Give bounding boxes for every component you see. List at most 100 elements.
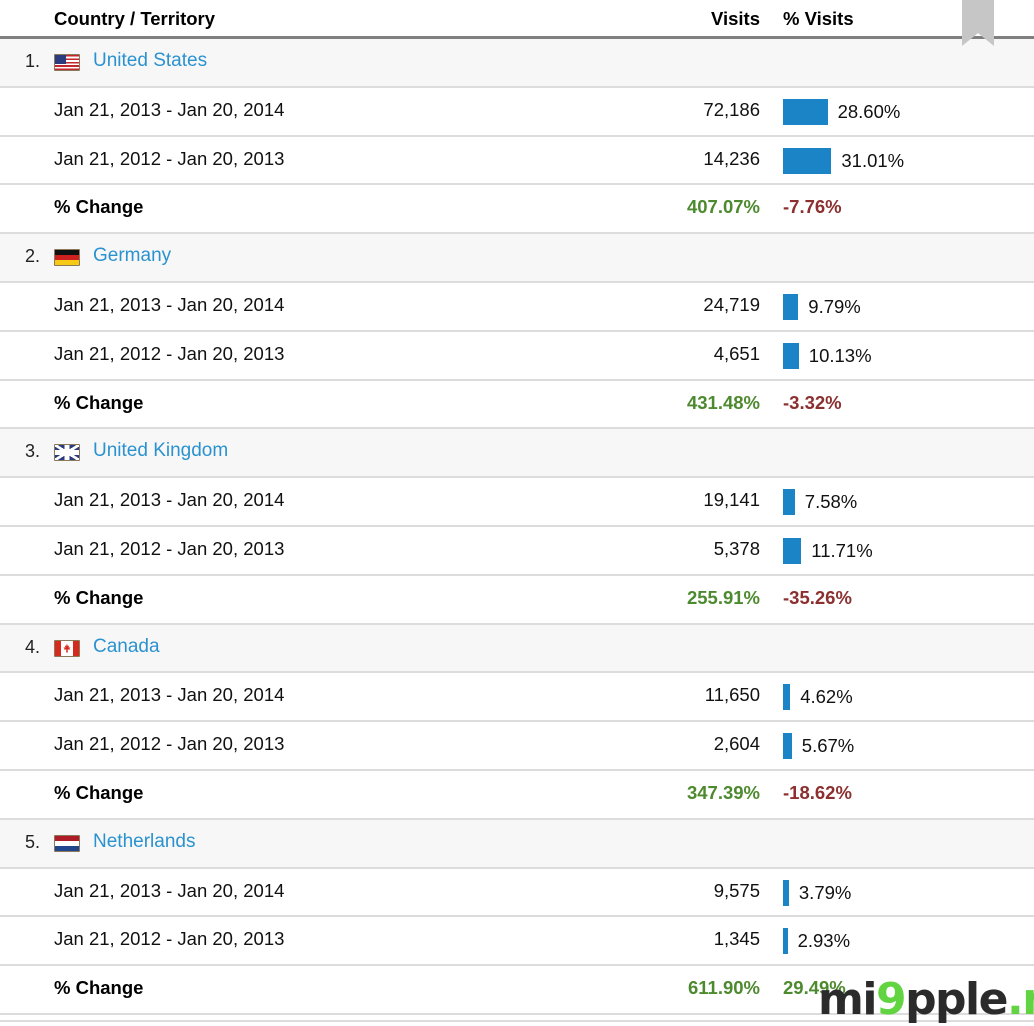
percent-bar <box>783 879 789 906</box>
visits-value: 11,650 <box>704 684 760 706</box>
date-range-label: Jan 21, 2013 - Jan 20, 2014 <box>54 98 285 120</box>
row-rank: 4. <box>24 636 40 657</box>
country-row[interactable]: 4. Canada <box>0 624 1034 674</box>
percent-label: 3.79% <box>798 881 852 903</box>
percent-change-label: % Change <box>54 196 144 218</box>
period-row: Jan 21, 2013 - Jan 20, 2014 9,575 3.79% <box>0 869 1034 918</box>
visits-change-value: 347.39% <box>686 781 760 803</box>
date-range-label: Jan 21, 2012 - Jan 20, 2013 <box>54 537 285 559</box>
table-body: 1. United States Jan 21, 2013 - Jan 20, 20… <box>0 39 1034 1015</box>
row-rank: 5. <box>24 831 40 852</box>
flag-nl-icon <box>54 834 80 852</box>
date-range-label: Jan 21, 2013 - Jan 20, 2014 <box>54 489 285 511</box>
percent-bar <box>783 342 799 369</box>
percent-change-value: -7.76% <box>783 196 842 218</box>
percent-label: 5.67% <box>801 735 855 757</box>
percent-label: 4.62% <box>800 686 853 708</box>
period-row: Jan 21, 2012 - Jan 20, 2013 14,236 31.01% <box>0 137 1034 186</box>
visits-value: 5,378 <box>713 537 760 559</box>
percent-label: 31.01% <box>841 149 905 171</box>
percent-bar <box>783 684 791 711</box>
watermark-part-1: mi <box>818 974 877 1025</box>
percent-change-value: -35.26% <box>783 586 852 608</box>
period-row: Jan 21, 2012 - Jan 20, 2013 1,345 2.93% <box>0 917 1034 967</box>
country-link[interactable]: United States <box>93 50 207 72</box>
row-rank: 3. <box>24 441 40 462</box>
percent-visits-cell: 4.62% <box>783 684 853 711</box>
visits-value: 14,236 <box>703 147 760 169</box>
percent-change-row: % Change 407.07% -7.76% <box>0 185 1034 235</box>
percent-change-row: % Change 255.91% -35.26% <box>0 576 1034 625</box>
visits-value: 9,575 <box>713 879 760 901</box>
percent-bar <box>783 147 832 174</box>
percent-label: 9.79% <box>808 295 861 317</box>
percent-bar <box>783 98 828 125</box>
date-range-label: Jan 21, 2012 - Jan 20, 2013 <box>54 147 285 169</box>
visits-value: 1,345 <box>713 928 760 950</box>
visits-change-value: 255.91% <box>686 586 760 608</box>
country-row[interactable]: 2. Germany <box>0 234 1034 283</box>
percent-change-value: -18.62% <box>783 781 852 803</box>
percent-bar <box>783 537 802 564</box>
watermark-part-4: .me <box>1006 974 1034 1025</box>
percent-change-row: % Change 431.48% -3.32% <box>0 381 1034 430</box>
country-link[interactable]: Germany <box>93 245 171 267</box>
percent-label: 2.93% <box>797 930 851 952</box>
percent-visits-cell: 5.67% <box>783 733 855 760</box>
percent-bar <box>783 928 788 955</box>
period-row: Jan 21, 2013 - Jan 20, 2014 24,719 9.79% <box>0 283 1034 332</box>
visits-change-value: 407.07% <box>686 196 760 218</box>
percent-label: 28.60% <box>837 100 901 122</box>
country-link[interactable]: Canada <box>93 636 160 658</box>
visits-value: 4,651 <box>713 342 760 364</box>
date-range-label: Jan 21, 2013 - Jan 20, 2014 <box>54 293 285 315</box>
percent-label: 11.71% <box>811 539 873 561</box>
column-header-country[interactable]: Country / Territory <box>54 8 215 30</box>
flag-us-icon <box>54 54 80 71</box>
visits-change-value: 611.90% <box>687 977 760 999</box>
percent-visits-cell: 3.79% <box>783 879 852 906</box>
period-row: Jan 21, 2012 - Jan 20, 2013 4,651 10.13% <box>0 332 1034 381</box>
percent-visits-cell: 7.58% <box>783 489 858 516</box>
date-range-label: Jan 21, 2012 - Jan 20, 2013 <box>54 733 285 755</box>
date-range-label: Jan 21, 2013 - Jan 20, 2014 <box>54 879 285 901</box>
date-range-label: Jan 21, 2013 - Jan 20, 2014 <box>54 684 285 706</box>
column-header-percent-visits[interactable]: % Visits <box>783 8 854 30</box>
flag-gb-icon <box>54 444 80 462</box>
visits-change-value: 431.48% <box>686 391 760 413</box>
column-header-visits[interactable]: Visits <box>594 8 760 30</box>
watermark-part-3: pple <box>905 974 1008 1025</box>
percent-visits-cell: 2.93% <box>783 928 851 955</box>
site-watermark: mi9pple.me <box>818 978 1034 1022</box>
percent-bar <box>783 733 792 760</box>
period-row: Jan 21, 2012 - Jan 20, 2013 2,604 5.67% <box>0 722 1034 771</box>
visits-value: 72,186 <box>703 98 760 120</box>
percent-change-label: % Change <box>54 977 144 999</box>
date-range-label: Jan 21, 2012 - Jan 20, 2013 <box>54 342 285 364</box>
date-range-label: Jan 21, 2012 - Jan 20, 2013 <box>54 928 285 950</box>
percent-change-label: % Change <box>54 391 144 413</box>
flag-de-icon <box>54 249 80 267</box>
percent-change-row: % Change 347.39% -18.62% <box>0 771 1034 820</box>
percent-bar <box>783 293 799 320</box>
percent-visits-cell: 9.79% <box>783 293 861 320</box>
country-row[interactable]: 3. United Kingdom <box>0 429 1034 479</box>
row-rank: 1. <box>24 51 40 71</box>
table-header-row: Country / Territory Visits % Visits <box>0 0 1034 39</box>
percent-visits-cell: 28.60% <box>783 98 901 125</box>
country-link[interactable]: Netherlands <box>93 831 195 853</box>
country-row[interactable]: 5. Netherlands <box>0 819 1034 869</box>
country-row[interactable]: 1. United States <box>0 39 1034 88</box>
visits-value: 24,719 <box>703 293 760 315</box>
percent-visits-cell: 10.13% <box>783 342 872 369</box>
percent-change-label: % Change <box>54 586 144 608</box>
watermark-part-2: 9 <box>875 974 907 1025</box>
country-link[interactable]: United Kingdom <box>93 440 228 462</box>
visits-value: 19,141 <box>703 489 760 511</box>
percent-visits-cell: 11.71% <box>783 537 873 564</box>
period-row: Jan 21, 2013 - Jan 20, 2014 19,141 7.58% <box>0 478 1034 527</box>
visits-value: 2,604 <box>713 733 760 755</box>
percent-visits-cell: 31.01% <box>783 147 905 174</box>
percent-label: 10.13% <box>808 344 872 366</box>
percent-label: 7.58% <box>804 491 858 513</box>
